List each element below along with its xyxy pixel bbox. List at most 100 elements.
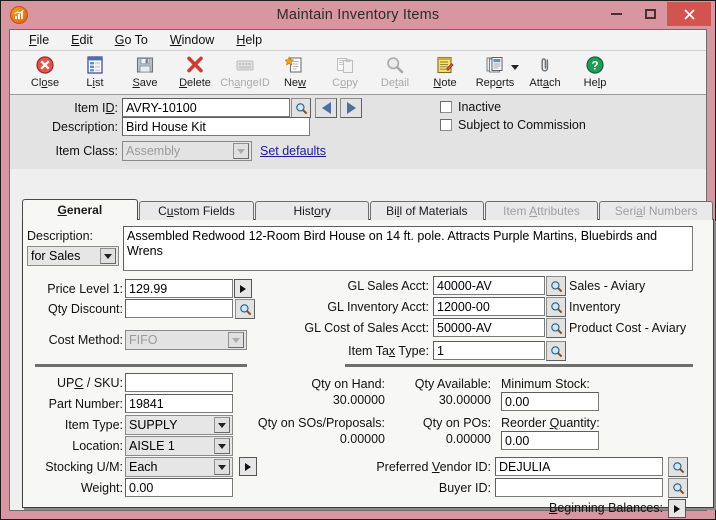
- client-area: File Edit Go To Window Help Close List Save Del…: [9, 29, 714, 518]
- close-window-button[interactable]: [667, 2, 711, 26]
- arrow-right-icon: [245, 462, 251, 471]
- item-tax-type-input[interactable]: 1: [433, 341, 545, 360]
- copy-label: Copy: [332, 77, 358, 89]
- location-select[interactable]: AISLE 1: [125, 436, 233, 456]
- minimize-button[interactable]: [599, 2, 633, 26]
- menu-edit[interactable]: Edit: [60, 30, 104, 51]
- stocking-um-detail-button[interactable]: [239, 457, 257, 476]
- tab-custom-fields[interactable]: Custom Fields: [138, 201, 255, 220]
- price-level-detail-button[interactable]: [234, 279, 252, 298]
- gl-cost-of-sales-acct-description: Product Cost - Aviary: [569, 321, 687, 335]
- gl-sales-acct-input[interactable]: 40000-AV: [433, 276, 545, 295]
- gl-inventory-acct-input[interactable]: 12000-00: [433, 297, 545, 316]
- gl-sales-acct-lookup-button[interactable]: [546, 276, 566, 296]
- previous-item-button[interactable]: [315, 98, 337, 118]
- menu-help[interactable]: Help: [225, 30, 273, 51]
- item-tax-type-lookup-button[interactable]: [546, 341, 566, 361]
- item-id-input[interactable]: AVRY-10100: [122, 98, 290, 117]
- reports-button[interactable]: Reports: [470, 53, 520, 93]
- item-id-label: Item ID:: [74, 101, 118, 115]
- menu-window[interactable]: Window: [159, 30, 225, 51]
- stocking-um-select[interactable]: Each: [125, 457, 233, 477]
- buyer-id-label: Buyer ID:: [438, 481, 491, 495]
- gl-cost-of-sales-acct-lookup-button[interactable]: [546, 318, 566, 338]
- preferred-vendor-id-lookup-button[interactable]: [668, 457, 688, 477]
- list-grid-icon: [85, 54, 105, 76]
- chevron-down-icon[interactable]: [511, 65, 519, 70]
- cost-method-select[interactable]: FIFO: [125, 330, 247, 350]
- reports-label: Reports: [475, 77, 515, 89]
- description-textarea[interactable]: Assembled Redwood 12-Room Bird House on …: [123, 226, 693, 271]
- item-class-select[interactable]: Assembly: [122, 141, 252, 161]
- red-x-icon: [185, 54, 205, 76]
- chevron-down-icon: [228, 332, 244, 348]
- new-button[interactable]: New: [270, 53, 320, 93]
- gl-inventory-acct-description: Inventory: [569, 300, 621, 314]
- arrow-right-icon: [674, 504, 680, 513]
- preferred-vendor-id-input[interactable]: DEJULIA: [495, 457, 663, 476]
- qty-discount-input[interactable]: [125, 299, 233, 318]
- copy-clipboard-icon: [335, 54, 355, 76]
- list-label: List: [86, 77, 104, 89]
- note-button[interactable]: Note: [420, 53, 470, 93]
- magnifier-icon: [672, 461, 684, 473]
- general-tab-panel: Description: for Sales Assembled Redwood…: [22, 219, 714, 518]
- gl-inventory-acct-lookup-button[interactable]: [546, 297, 566, 317]
- delete-label: Delete: [179, 77, 211, 89]
- upc-sku-label: UPC / SKU:: [57, 376, 123, 390]
- price-level-input[interactable]: 129.99: [125, 279, 233, 298]
- cost-method-label: Cost Method:: [48, 333, 123, 347]
- reports-stack-icon: [485, 54, 505, 76]
- price-level-label: Price Level 1:: [47, 282, 123, 296]
- title-bar: Maintain Inventory Items: [1, 1, 715, 29]
- close-button[interactable]: Close: [20, 53, 70, 93]
- menu-file[interactable]: File: [18, 30, 60, 51]
- qty-on-pos-value: 0.00000: [445, 432, 491, 446]
- subject-to-commission-checkbox[interactable]: Subject to Commission: [440, 118, 586, 132]
- gl-sales-acct-description: Sales - Aviary: [569, 279, 646, 293]
- chevron-down-icon: [214, 438, 230, 454]
- separator-right: [345, 364, 693, 367]
- next-item-button[interactable]: [340, 98, 362, 118]
- delete-button[interactable]: Delete: [170, 53, 220, 93]
- set-defaults-link[interactable]: Set defaults: [260, 144, 326, 158]
- item-type-select[interactable]: SUPPLY: [125, 415, 233, 435]
- help-button[interactable]: ? Help: [570, 53, 620, 93]
- reorder-quantity-input[interactable]: 0.00: [501, 431, 599, 450]
- close-label: Close: [30, 77, 60, 89]
- description-input[interactable]: Bird House Kit: [122, 117, 310, 136]
- item-type-label: Item Type:: [64, 418, 123, 432]
- save-button[interactable]: Save: [120, 53, 170, 93]
- changeid-button: ChangeID: [220, 53, 270, 93]
- qty-on-sos-value: 0.00000: [339, 432, 385, 446]
- list-button[interactable]: List: [70, 53, 120, 93]
- menu-goto[interactable]: Go To: [104, 30, 159, 51]
- qty-on-hand-label: Qty on Hand:: [311, 377, 385, 391]
- weight-input[interactable]: 0.00: [125, 478, 233, 497]
- gl-cost-of-sales-acct-input[interactable]: 50000-AV: [433, 318, 545, 337]
- gl-sales-acct-label: GL Sales Acct:: [347, 279, 429, 293]
- tab-serial-numbers[interactable]: Serial Numbers: [599, 201, 713, 220]
- buyer-id-lookup-button[interactable]: [668, 478, 688, 498]
- tab-history[interactable]: History: [255, 201, 369, 220]
- attach-button[interactable]: Attach: [520, 53, 570, 93]
- part-number-input[interactable]: 19841: [125, 394, 233, 413]
- minimum-stock-input[interactable]: 0.00: [501, 392, 599, 411]
- qty-discount-lookup-button[interactable]: [235, 299, 255, 319]
- beginning-balances-button[interactable]: [668, 499, 686, 518]
- tab-bill-of-materials[interactable]: Bill of Materials: [369, 201, 484, 220]
- inactive-checkbox[interactable]: Inactive: [440, 100, 501, 114]
- upc-sku-input[interactable]: [125, 373, 233, 392]
- buyer-id-input[interactable]: [495, 478, 663, 497]
- detail-label: Detail: [380, 77, 410, 89]
- window-controls: [599, 2, 711, 26]
- tab-item-attributes[interactable]: Item Attributes: [484, 201, 599, 220]
- maximize-button[interactable]: [633, 2, 667, 26]
- magnifier-icon: [239, 303, 251, 315]
- description-label: Description:: [52, 120, 118, 134]
- description-scope-select[interactable]: for Sales: [27, 246, 119, 266]
- item-class-label: Item Class:: [55, 144, 118, 158]
- item-id-lookup-button[interactable]: [291, 98, 311, 118]
- tab-general[interactable]: General: [22, 199, 138, 220]
- qty-on-hand-value: 30.00000: [332, 393, 385, 407]
